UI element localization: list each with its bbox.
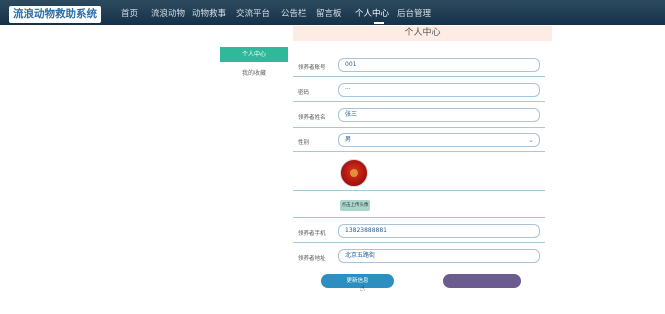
site-logo[interactable]: 流浪动物救助系统	[9, 6, 101, 23]
chevron-down-icon: ⌄	[528, 136, 534, 144]
nav-message-board[interactable]: 留言板	[316, 6, 342, 22]
account-input[interactable]: 001	[338, 58, 540, 72]
gender-label: 性别	[298, 140, 310, 146]
side-menu: 个人中心 我的收藏	[220, 47, 288, 81]
nav-home[interactable]: 首页	[121, 6, 138, 22]
nav-stray-animals[interactable]: 流浪动物	[151, 6, 185, 22]
nav-announcements[interactable]: 公告栏	[281, 6, 307, 22]
gender-value: 男	[345, 136, 352, 143]
nav-animal-stories[interactable]: 动物救事	[192, 6, 226, 22]
top-navbar: 流浪动物救助系统 首页 流浪动物 动物救事 交流平台 公告栏 留言板 个人中心 …	[0, 0, 665, 25]
pointer-cursor-icon: ☝	[360, 284, 365, 293]
row-divider	[293, 151, 545, 152]
address-input[interactable]: 北京五路街	[338, 249, 540, 263]
avatar-detail	[350, 169, 358, 177]
profile-form: 领养者账号 001 密码 ··· 领养者姓名 张三 性别 男 ⌄ 点击上传头像 …	[293, 51, 545, 266]
page-header: 个人中心	[293, 26, 552, 41]
gender-select[interactable]: 男 ⌄	[338, 133, 540, 147]
row-divider	[293, 190, 545, 191]
avatar	[340, 159, 368, 187]
logout-button[interactable]	[443, 274, 521, 288]
save-button[interactable]: 更新信息	[321, 274, 394, 288]
phone-label: 领养者手机	[298, 231, 326, 237]
upload-avatar-button[interactable]: 点击上传头像	[340, 200, 370, 211]
password-label: 密码	[298, 90, 310, 96]
account-label: 领养者账号	[298, 65, 326, 71]
row-divider	[293, 242, 545, 243]
row-divider	[293, 101, 545, 102]
name-input[interactable]: 张三	[338, 108, 540, 122]
phone-input[interactable]: 13823888881	[338, 224, 540, 238]
row-divider	[293, 217, 545, 218]
password-input[interactable]: ···	[338, 83, 540, 97]
side-item-personal-center[interactable]: 个人中心	[220, 47, 288, 62]
row-divider	[293, 127, 545, 128]
name-label: 领养者姓名	[298, 115, 326, 121]
nav-personal-center[interactable]: 个人中心	[355, 6, 389, 22]
nav-admin[interactable]: 后台管理	[397, 6, 431, 22]
nav-forum[interactable]: 交流平台	[236, 6, 270, 22]
address-label: 领养者地址	[298, 256, 326, 262]
row-divider	[293, 76, 545, 77]
nav-active-indicator	[374, 22, 384, 24]
page-title: 个人中心	[404, 28, 441, 38]
side-item-favorites[interactable]: 我的收藏	[220, 66, 288, 81]
